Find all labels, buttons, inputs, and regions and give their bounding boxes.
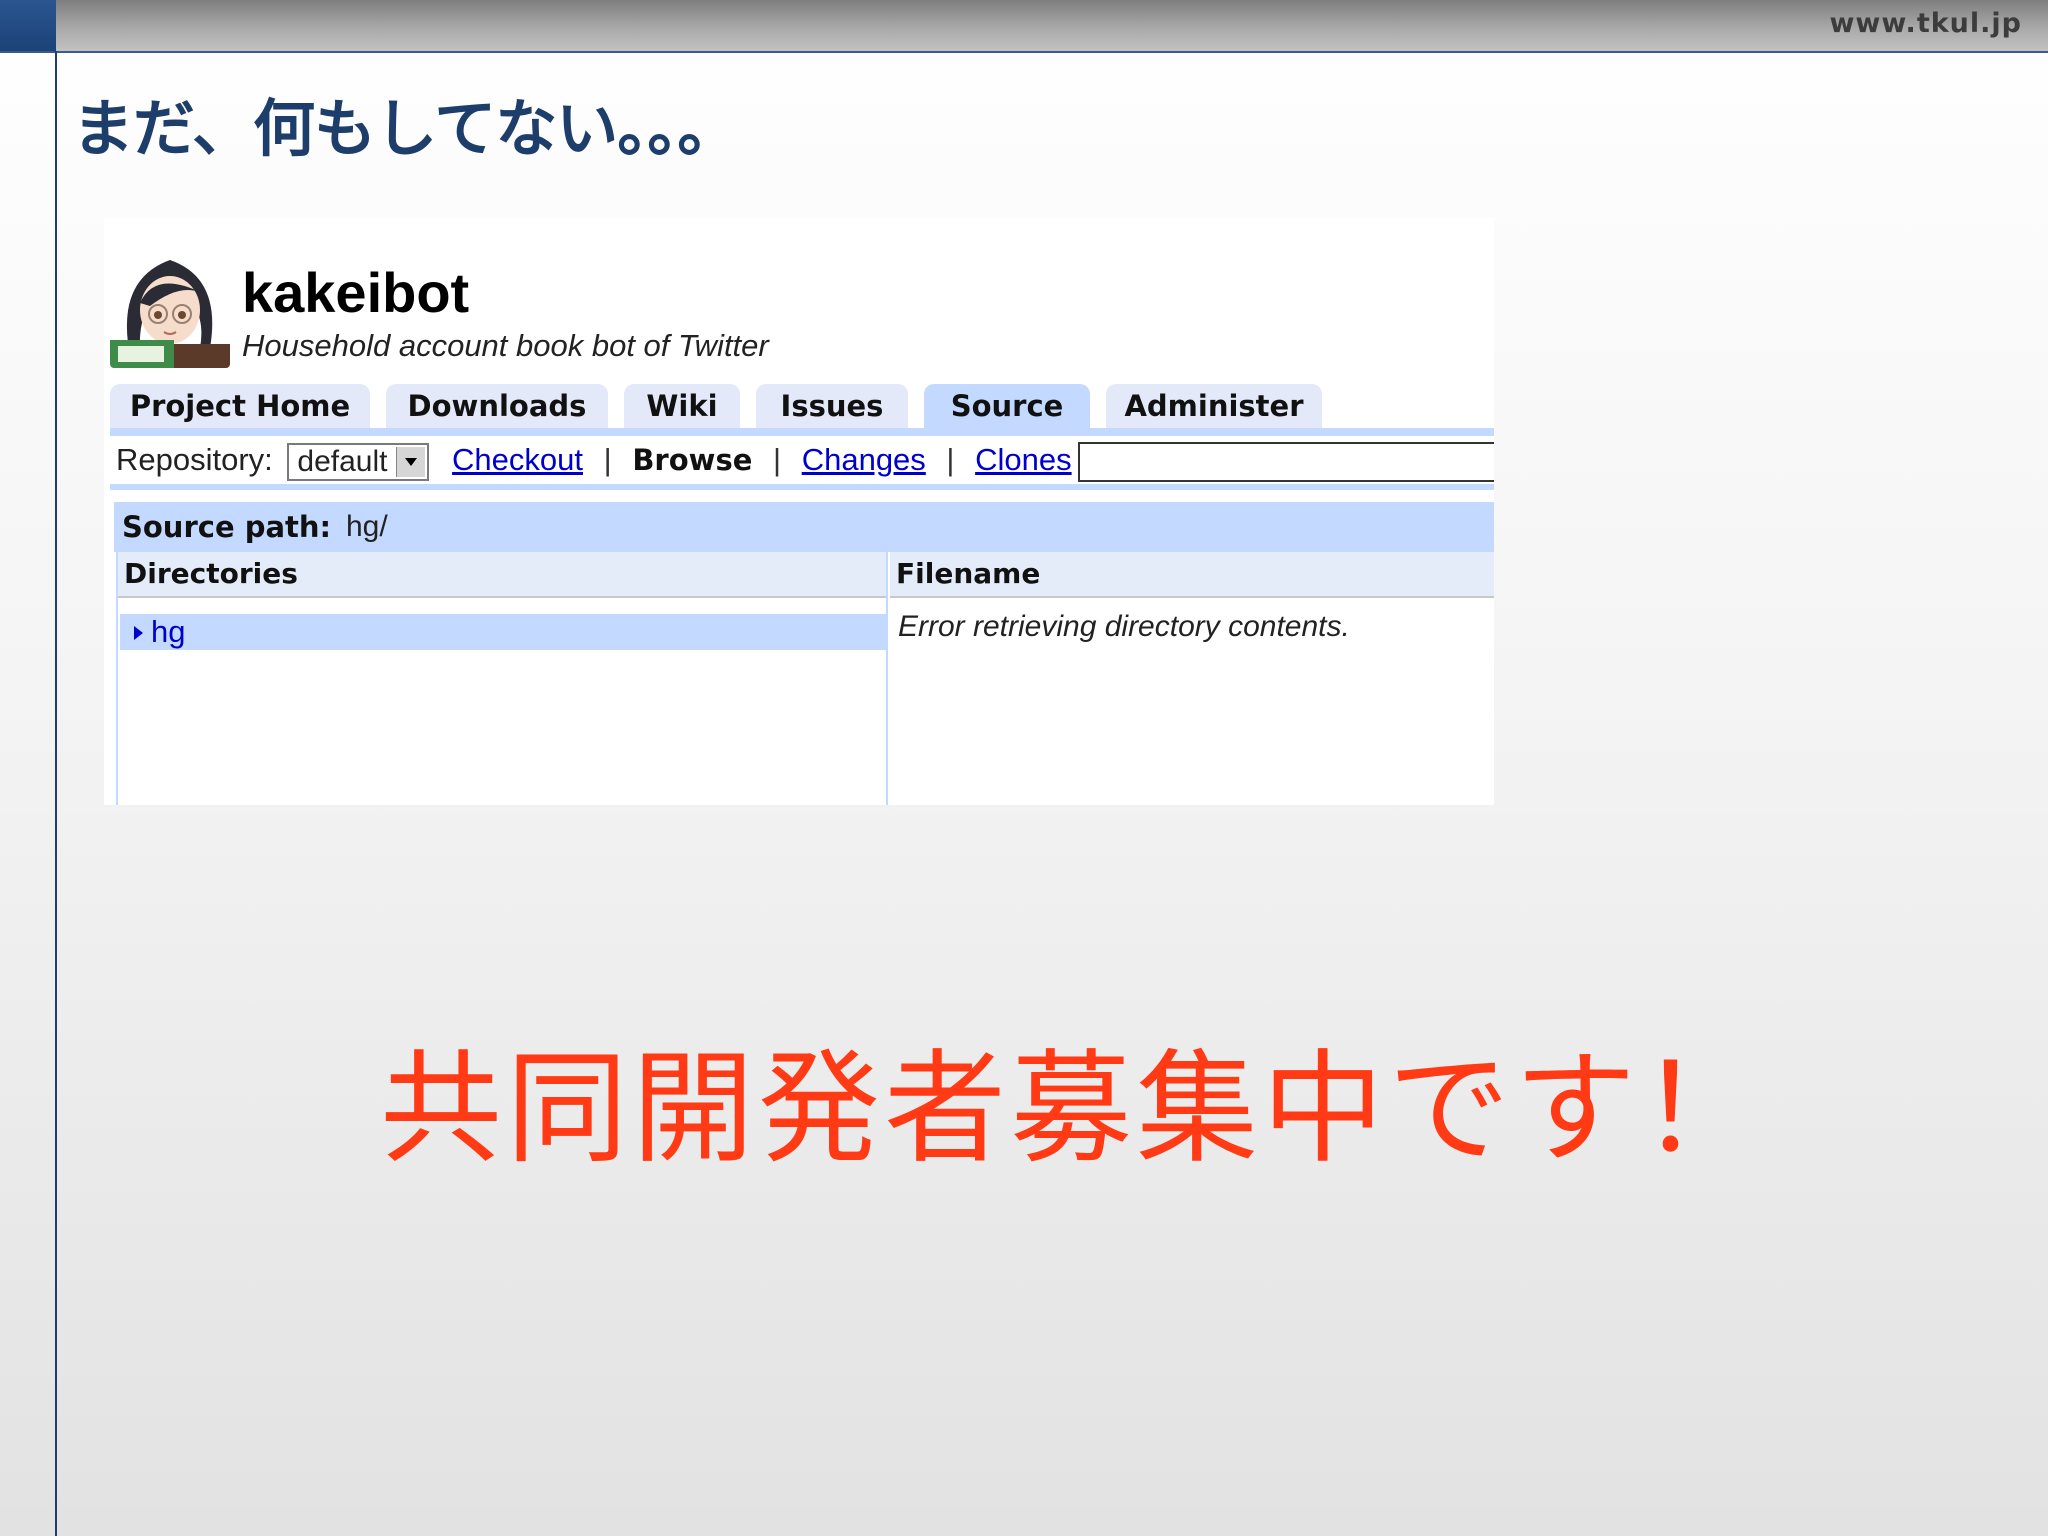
clones-link[interactable]: Clones (975, 442, 1072, 477)
repository-select[interactable]: default (287, 442, 430, 481)
source-path-label: Source path: (122, 510, 332, 544)
top-bar: www.tkul.jp (0, 0, 2048, 53)
left-rule (55, 51, 57, 1536)
tab-project-home[interactable]: Project Home (110, 384, 370, 428)
recruitment-message: 共同開発者募集中です！ (380, 1038, 1766, 1180)
tab-wiki[interactable]: Wiki (624, 384, 740, 428)
site-url: www.tkul.jp (1829, 8, 2022, 39)
subnav-row: Repository: default Checkout | Browse | … (116, 436, 1112, 484)
tab-issues[interactable]: Issues (756, 384, 908, 428)
checkout-link[interactable]: Checkout (452, 442, 583, 477)
slide-title: まだ、何もしてない。。。 (72, 92, 739, 165)
project-avatar (110, 248, 230, 368)
project-summary: Household account book bot of Twitter (242, 328, 769, 363)
top-bar-corner-block (0, 0, 56, 51)
source-subnav: Repository: default Checkout | Browse | … (110, 428, 1494, 490)
project-page-screenshot: kakeibot Household account book bot of T… (104, 218, 1494, 805)
directory-item[interactable]: hg (120, 614, 886, 650)
chevron-down-icon[interactable] (396, 446, 426, 477)
separator: | (946, 442, 955, 477)
error-message: Error retrieving directory contents. (898, 610, 1350, 643)
tab-source[interactable]: Source (924, 384, 1090, 428)
browse-label: Browse (632, 443, 753, 477)
directories-header: Directories (118, 552, 886, 598)
source-subnav-inner: Repository: default Checkout | Browse | … (110, 436, 1494, 484)
source-path-value: hg/ (346, 510, 388, 543)
changes-link[interactable]: Changes (802, 442, 926, 477)
avatar-illustration (110, 248, 230, 368)
repository-select-value: default (297, 444, 388, 478)
expand-arrow-icon[interactable] (134, 625, 143, 640)
separator: | (773, 442, 782, 477)
files-panel: Filename Error retrieving directory cont… (890, 552, 1494, 805)
repository-label: Repository: (116, 442, 273, 477)
tab-downloads[interactable]: Downloads (386, 384, 608, 428)
directory-item-label[interactable]: hg (151, 614, 185, 649)
separator: | (603, 442, 612, 477)
tab-administer[interactable]: Administer (1106, 384, 1322, 428)
source-search-input[interactable] (1078, 442, 1494, 482)
source-path-bar: Source path: hg/ (114, 502, 1494, 552)
filename-header: Filename (890, 552, 1494, 598)
directories-panel: Directories hg (116, 552, 888, 805)
project-name: kakeibot (242, 261, 470, 324)
